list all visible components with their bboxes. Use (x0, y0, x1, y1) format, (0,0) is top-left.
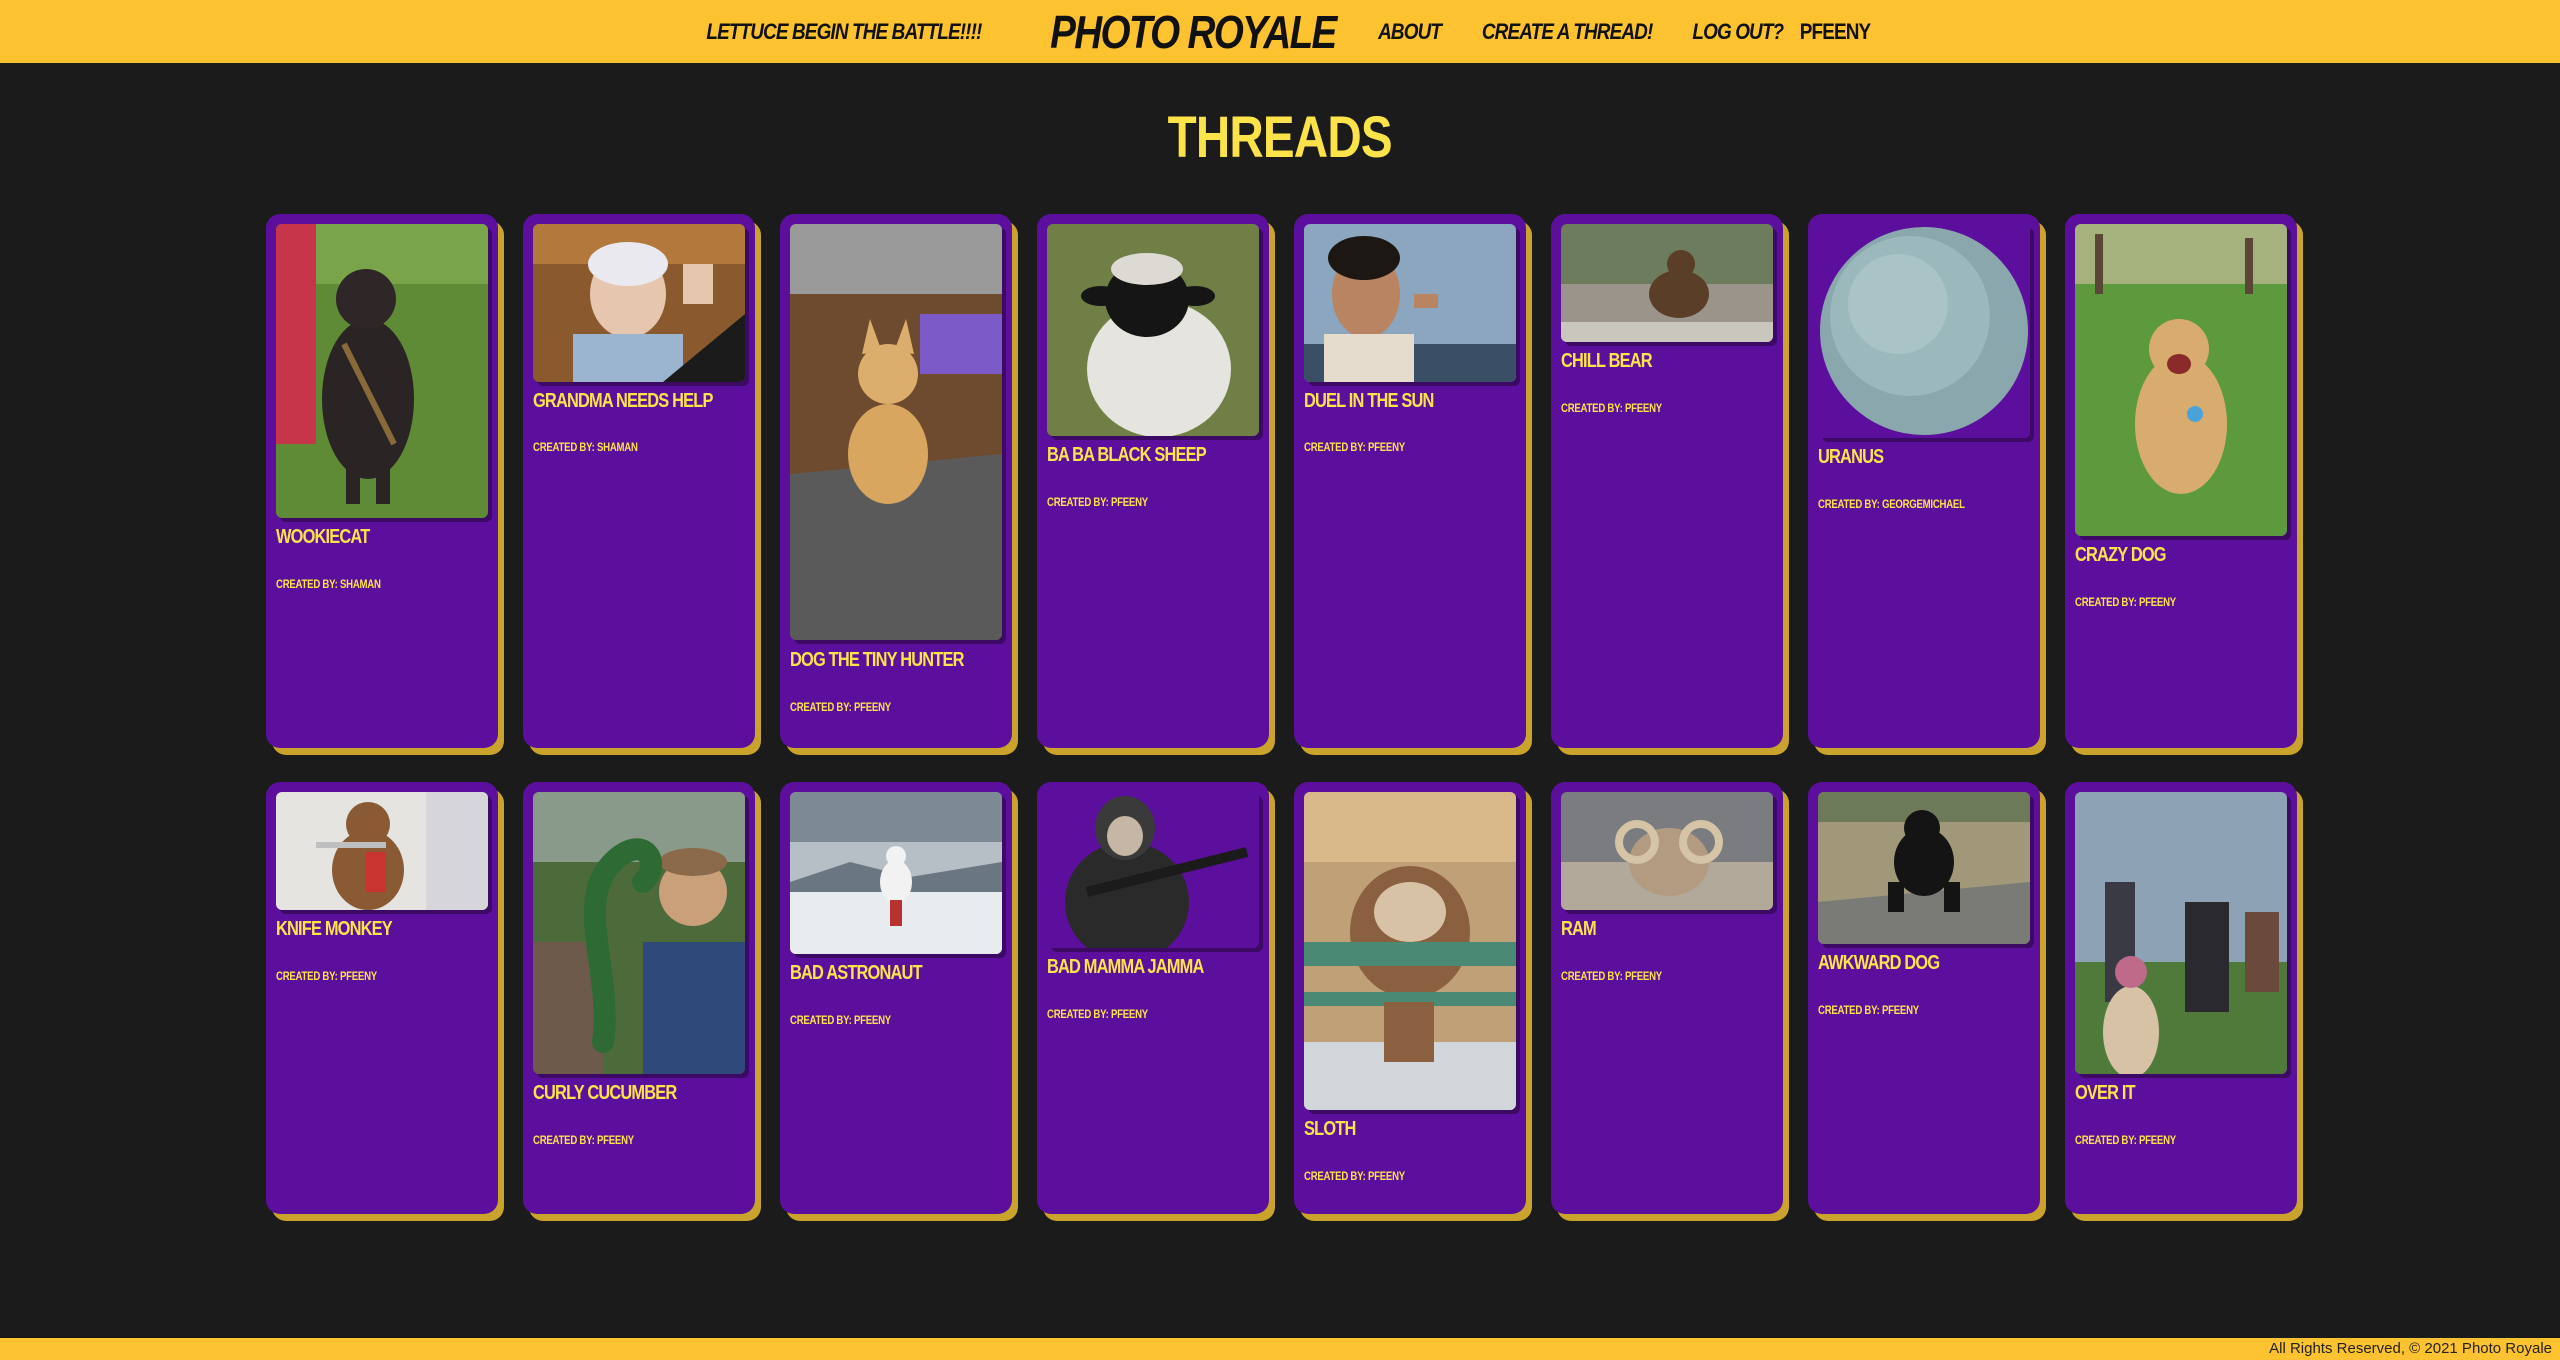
thread-card[interactable]: Awkward Dog Created By: Pfeeny (1808, 782, 2040, 1214)
thread-title[interactable]: Curly Cucumber (533, 1082, 677, 1105)
thread-author: Created By: Pfeeny (2075, 595, 2176, 609)
thread-title[interactable]: Grandma Needs Help (533, 390, 713, 413)
thread-card[interactable]: Bad Mamma Jamma Created By: Pfeeny (1037, 782, 1269, 1214)
sloth-photo-icon (1304, 792, 1516, 1110)
page-title: Threads (1167, 105, 1393, 170)
thread-card[interactable]: Bad Astronaut Created By: Pfeeny (780, 782, 1012, 1214)
thread-author: Created By: Pfeeny (790, 700, 891, 714)
thread-title[interactable]: Chill Bear (1561, 350, 1653, 373)
thread-author: Created By: Shaman (533, 440, 638, 454)
footer: All Rights Reserved, © 2021 Photo Royale (0, 1338, 2560, 1360)
thread-card[interactable]: Sloth Created By: Pfeeny (1294, 782, 1526, 1214)
thread-title[interactable]: Sloth (1304, 1118, 1356, 1141)
woman-rifle-photo-icon (1047, 792, 1259, 948)
thread-title[interactable]: Uranus (1818, 446, 1884, 469)
thread-title[interactable]: Awkward Dog (1818, 952, 1940, 975)
thread-author: Created By: Pfeeny (1304, 1169, 1405, 1183)
sheep-photo-icon (1047, 224, 1259, 436)
thread-author: Created By: Pfeeny (1561, 401, 1662, 415)
dog-photo-icon (1818, 792, 2030, 944)
top-nav: Lettuce begin the battle!!!! Photo Royal… (0, 0, 2560, 63)
thread-title[interactable]: Bad Astronaut (790, 962, 923, 985)
thread-title[interactable]: Dog the Tiny Hunter (790, 649, 964, 672)
cucumber-photo-icon (533, 792, 745, 1074)
footer-copyright: All Rights Reserved, © 2021 Photo Royale (2269, 1340, 2552, 1357)
monkey-photo-icon (276, 792, 488, 910)
thread-card[interactable]: Knife Monkey Created By: Pfeeny (266, 782, 498, 1214)
thread-card[interactable]: Ba Ba Black Sheep Created By: Pfeeny (1037, 214, 1269, 748)
thread-card[interactable]: Uranus Created By: GeorgeMichael (1808, 214, 2040, 748)
thread-author: Created By: Pfeeny (2075, 1133, 2176, 1147)
party-photo-icon (2075, 792, 2287, 1074)
thread-author: Created By: Pfeeny (790, 1013, 891, 1027)
thread-title[interactable]: Duel in the Sun (1304, 390, 1434, 413)
nav-about-link[interactable]: About (1378, 19, 1442, 45)
thread-author: Created By: Pfeeny (1818, 1003, 1919, 1017)
astronaut-photo-icon (790, 792, 1002, 954)
thread-card[interactable]: Over It Created By: Pfeeny (2065, 782, 2297, 1214)
thread-author: Created By: Pfeeny (533, 1133, 634, 1147)
thread-author: Created By: Pfeeny (1561, 969, 1662, 983)
thread-card[interactable]: Crazy Dog Created By: Pfeeny (2065, 214, 2297, 748)
thread-card[interactable]: Dog the Tiny Hunter Created By: Pfeeny (780, 214, 1012, 748)
nav-username: Pfeeny (1800, 18, 1871, 44)
thread-card[interactable]: Duel in the Sun Created By: Pfeeny (1294, 214, 1526, 748)
thread-title[interactable]: Bad Mamma Jamma (1047, 956, 1204, 979)
planet-photo-icon (1818, 224, 2030, 438)
thread-card[interactable]: Curly Cucumber Created By: Pfeeny (523, 782, 755, 1214)
thread-card[interactable]: Chill Bear Created By: Pfeeny (1551, 214, 1783, 748)
thread-title[interactable]: Ba Ba Black Sheep (1047, 444, 1207, 467)
bear-photo-icon (1561, 224, 1773, 342)
man-sunset-photo-icon (1304, 224, 1516, 382)
thread-card[interactable]: Wookiecat Created By: Shaman (266, 214, 498, 748)
thread-author: Created By: Pfeeny (276, 969, 377, 983)
thread-card[interactable]: Grandma Needs Help Created By: Shaman (523, 214, 755, 748)
nav-tagline-link[interactable]: Lettuce begin the battle!!!! (706, 19, 982, 45)
thread-title[interactable]: Over It (2075, 1082, 2136, 1105)
ram-photo-icon (1561, 792, 1773, 910)
thread-author: Created By: Pfeeny (1304, 440, 1405, 454)
dog-photo-icon (790, 224, 1002, 640)
thread-title[interactable]: Wookiecat (276, 526, 370, 549)
nav-logout-link[interactable]: Log out? (1692, 19, 1784, 45)
thread-author: Created By: Shaman (276, 577, 381, 591)
grandma-photo-icon (533, 224, 745, 382)
thread-author: Created By: Pfeeny (1047, 495, 1148, 509)
thread-card[interactable]: Ram Created By: Pfeeny (1551, 782, 1783, 1214)
thread-title[interactable]: Ram (1561, 918, 1597, 941)
thread-title[interactable]: Crazy Dog (2075, 544, 2167, 567)
dog-photo-icon (2075, 224, 2287, 536)
thread-title[interactable]: Knife Monkey (276, 918, 393, 941)
thread-author: Created By: GeorgeMichael (1818, 497, 1965, 511)
thread-author: Created By: Pfeeny (1047, 1007, 1148, 1021)
nav-create-thread-link[interactable]: Create a thread! (1482, 19, 1653, 45)
brand-logo[interactable]: Photo Royale (1051, 5, 1338, 59)
cat-photo-icon (276, 224, 488, 518)
